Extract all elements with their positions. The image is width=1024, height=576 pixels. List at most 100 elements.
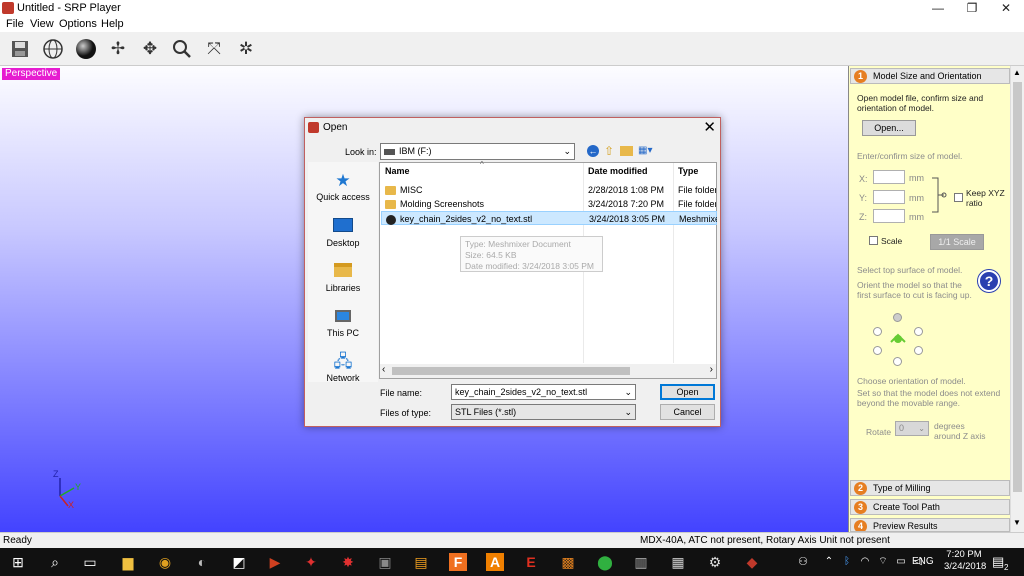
scale-checkbox[interactable] — [869, 236, 878, 245]
axes-icon[interactable]: ✢ — [105, 36, 131, 62]
file-list[interactable]: ^ Name Date modified Type MISC 2/28/2018… — [379, 160, 717, 379]
menu-help[interactable]: Help — [101, 18, 124, 30]
save-icon[interactable] — [7, 36, 33, 62]
place-desktop[interactable]: Desktop — [308, 218, 378, 248]
place-libraries[interactable]: Libraries — [308, 263, 378, 293]
wifi-icon[interactable]: ⌔ — [874, 553, 892, 571]
bluetooth-icon[interactable]: ᛒ — [838, 553, 856, 571]
globe-icon[interactable] — [40, 36, 66, 62]
filename-input[interactable]: key_chain_2sides_v2_no_text.stl ⌄ — [451, 384, 636, 400]
column-date[interactable]: Date modified — [588, 166, 648, 176]
task-view-icon[interactable]: ▭ — [81, 553, 99, 571]
panel-scrollbar[interactable]: ▲ ▼ — [1010, 66, 1024, 532]
scroll-right-icon[interactable]: › — [710, 364, 713, 375]
app-icon-13[interactable]: ▥ — [632, 553, 650, 571]
column-name[interactable]: Name — [385, 166, 410, 176]
section-type-of-milling[interactable]: 2 Type of Milling — [850, 480, 1010, 496]
clock[interactable]: 7:20 PM 3/24/2018 — [944, 549, 986, 573]
back-icon[interactable]: ← — [587, 145, 599, 157]
dialog-close-icon[interactable]: ✕ — [703, 118, 716, 136]
maximize-button[interactable]: ❐ — [955, 0, 989, 17]
srp-player-icon[interactable]: ◆ — [743, 553, 761, 571]
app-icon-15[interactable]: ⚙ — [706, 553, 724, 571]
app-icon-9[interactable]: A — [486, 553, 504, 571]
x-size-input[interactable] — [873, 170, 905, 184]
one-to-one-scale-button[interactable]: 1/1 Scale — [930, 234, 984, 250]
scroll-down-icon[interactable]: ▼ — [1013, 518, 1021, 527]
view-menu-icon[interactable]: ▦▾ — [638, 145, 658, 157]
orient-radio-top[interactable] — [893, 313, 902, 322]
menu-options[interactable]: Options — [59, 18, 97, 30]
network-tray-icon[interactable]: ◠ — [856, 553, 874, 571]
panel-open-button[interactable]: Open... — [862, 120, 916, 136]
place-quick-access[interactable]: ★ Quick access — [308, 172, 378, 203]
section-model-size[interactable]: 1 Model Size and Orientation — [850, 68, 1010, 84]
place-this-pc[interactable]: This PC — [308, 308, 378, 338]
section-create-tool-path[interactable]: 3 Create Tool Path — [850, 499, 1010, 515]
place-network[interactable]: 🖧 Network — [308, 353, 378, 384]
open-button[interactable]: Open — [660, 384, 715, 400]
orient-radio-bottom[interactable] — [893, 357, 902, 366]
tray-up-icon[interactable]: ⌃ — [820, 553, 838, 571]
app-icon-2[interactable]: ◩ — [230, 553, 248, 571]
filetype-select[interactable]: STL Files (*.stl) ⌄ — [451, 404, 636, 420]
look-in-select[interactable]: IBM (F:) ⌄ — [380, 143, 575, 160]
move-icon[interactable]: ✥ — [137, 36, 163, 62]
z-size-input[interactable] — [873, 209, 905, 223]
orient-radio-right-upper[interactable] — [914, 327, 923, 336]
chrome-icon[interactable]: ◉ — [156, 553, 174, 571]
cancel-button[interactable]: Cancel — [660, 404, 715, 420]
close-button[interactable]: ✕ — [989, 0, 1023, 17]
file-explorer-icon[interactable]: ▆ — [119, 553, 137, 571]
scroll-left-icon[interactable]: ‹ — [382, 364, 385, 375]
shrink-icon[interactable]: ✲ — [233, 36, 259, 62]
filename-label: File name: — [380, 388, 423, 398]
section-preview-results[interactable]: 4 Preview Results — [850, 518, 1010, 532]
scrollbar-thumb[interactable] — [392, 367, 630, 375]
column-type[interactable]: Type — [678, 166, 698, 176]
orient-radio-left-lower[interactable] — [873, 346, 882, 355]
app-icon-3[interactable]: ▶ — [266, 553, 284, 571]
file-row[interactable]: Molding Screenshots 3/24/2018 7:20 PM Fi… — [381, 197, 717, 211]
battery-icon[interactable]: ▭ — [892, 553, 910, 571]
file-row-selected[interactable]: key_chain_2sides_v2_no_text.stl 3/24/201… — [381, 211, 717, 225]
app-icon-4[interactable]: ✦ — [302, 553, 320, 571]
app-icon-5[interactable]: ✸ — [339, 553, 357, 571]
sphere-icon[interactable] — [73, 36, 99, 62]
orient-radio-left-upper[interactable] — [873, 327, 882, 336]
y-size-input[interactable] — [873, 190, 905, 204]
app-icon-11[interactable]: ▩ — [559, 553, 577, 571]
clock-time: 7:20 PM — [946, 549, 982, 560]
people-icon[interactable]: ⚇ — [794, 553, 812, 571]
menu-view[interactable]: View — [30, 18, 54, 30]
file-row[interactable]: MISC 2/28/2018 1:08 PM File folder — [381, 183, 717, 197]
app-icon-12[interactable]: ⬤ — [596, 553, 614, 571]
up-folder-icon[interactable]: ⇧ — [604, 145, 616, 157]
file-type: File folder — [678, 185, 716, 195]
menu-file[interactable]: File — [6, 18, 24, 30]
minimize-button[interactable]: — — [921, 0, 955, 17]
app-icon-8[interactable]: F — [449, 553, 467, 571]
app-icon-14[interactable]: ▦ — [669, 553, 687, 571]
orient-radio-right-lower[interactable] — [914, 346, 923, 355]
language-indicator[interactable]: ENG — [912, 556, 934, 567]
rotate-select[interactable]: 0 ⌄ — [895, 421, 929, 436]
windows-start-icon[interactable]: ⊞ — [9, 553, 27, 571]
new-folder-icon[interactable] — [620, 146, 633, 156]
section-title: Model Size and Orientation — [873, 71, 982, 81]
range-instructions: Set so that the model does not extend be… — [857, 388, 1001, 408]
keep-ratio-checkbox[interactable] — [954, 193, 963, 202]
zoom-icon[interactable] — [169, 36, 195, 62]
app-icon-6[interactable]: ▣ — [376, 553, 394, 571]
file-type: Meshmixe — [679, 214, 717, 224]
fit-icon[interactable]: ⤧ — [201, 36, 227, 62]
scrollbar-thumb[interactable] — [1013, 82, 1022, 492]
help-icon[interactable]: ? — [978, 270, 1000, 292]
search-icon[interactable]: ⌕ — [46, 553, 64, 571]
app-icon-1[interactable]: ◐ — [193, 553, 211, 571]
axis-x-label: X — [68, 500, 75, 510]
app-icon-10[interactable]: E — [522, 553, 540, 571]
app-icon-7[interactable]: ▤ — [412, 553, 430, 571]
scroll-up-icon[interactable]: ▲ — [1013, 68, 1021, 77]
horizontal-scrollbar[interactable]: ‹ › — [380, 364, 716, 378]
